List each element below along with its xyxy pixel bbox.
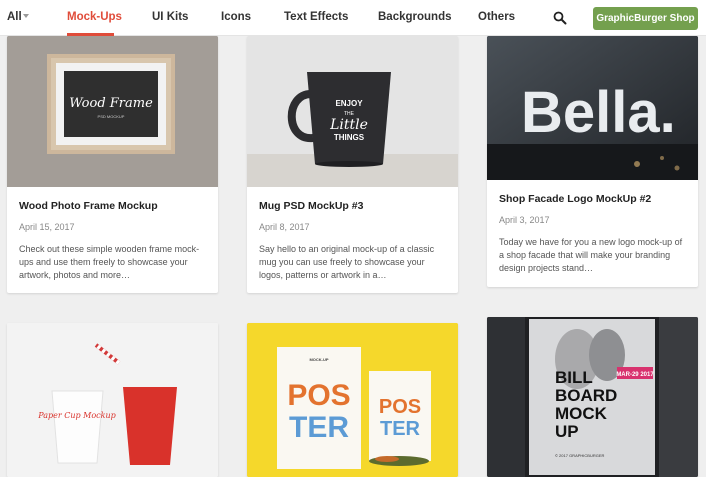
- paper-cup-image: Paper Cup Mockup: [7, 323, 218, 477]
- poster-image: MOCK-UP POS TER POS TER: [247, 323, 458, 477]
- card-thumbnail[interactable]: Wood Frame PSD MOCKUP: [7, 36, 218, 187]
- billboard-date: MAR-29 2017: [616, 372, 654, 378]
- cup-text: Paper Cup Mockup: [37, 411, 116, 420]
- card-thumbnail[interactable]: ENJOY THE Little THINGS: [247, 36, 458, 187]
- card-thumbnail[interactable]: BILL BOARD MOCK UP MAR-29 2017 © 2017 GR…: [487, 317, 698, 477]
- mug-image: ENJOY THE Little THINGS: [247, 36, 458, 187]
- card-thumbnail[interactable]: MOCK-UP POS TER POS TER: [247, 323, 458, 477]
- nav-mockups[interactable]: Mock-Ups: [67, 11, 122, 23]
- facade-logo-text: Bella.: [521, 80, 676, 145]
- shop-button[interactable]: GraphicBurger Shop: [593, 7, 698, 30]
- wood-frame-image: Wood Frame PSD MOCKUP: [7, 36, 218, 187]
- nav-text-effects[interactable]: Text Effects: [284, 11, 348, 23]
- poster-small-text-1: POS: [379, 396, 421, 418]
- card-title[interactable]: Wood Photo Frame Mockup: [19, 200, 158, 212]
- post-card[interactable]: Wood Frame PSD MOCKUP Wood Photo Frame M…: [7, 36, 218, 293]
- billboard-text-4: UP: [555, 422, 579, 441]
- mug-text-4: THINGS: [334, 133, 365, 142]
- billboard-image: BILL BOARD MOCK UP MAR-29 2017 © 2017 GR…: [487, 317, 698, 477]
- nav-backgrounds[interactable]: Backgrounds: [378, 11, 452, 23]
- poster-text-2: TER: [289, 411, 349, 444]
- search-icon[interactable]: [553, 11, 567, 25]
- post-card[interactable]: ENJOY THE Little THINGS Mug PSD MockUp #…: [247, 36, 458, 293]
- card-description: Say hello to an original mock-up of a cl…: [259, 244, 435, 280]
- chevron-down-icon[interactable]: [23, 14, 29, 18]
- card-title[interactable]: Mug PSD MockUp #3: [259, 200, 363, 212]
- nav-all[interactable]: All: [7, 11, 22, 23]
- card-date: April 3, 2017: [499, 215, 550, 225]
- poster-small-text-2: TER: [380, 418, 421, 440]
- active-tab-indicator: [67, 33, 114, 36]
- card-date: April 15, 2017: [19, 222, 75, 232]
- card-title[interactable]: Shop Facade Logo MockUp #2: [499, 193, 651, 205]
- post-card[interactable]: Bella. Shop Facade Logo MockUp #2 April …: [487, 36, 698, 287]
- post-card[interactable]: MOCK-UP POS TER POS TER: [247, 323, 458, 477]
- card-description: Today we have for you a new logo mock-up…: [499, 237, 683, 273]
- mug-text-1: ENJOY: [335, 99, 363, 108]
- shop-facade-image: Bella.: [487, 36, 698, 180]
- card-thumbnail[interactable]: Bella.: [487, 36, 698, 180]
- poster-label: MOCK-UP: [309, 357, 328, 362]
- post-card[interactable]: Paper Cup Mockup: [7, 323, 218, 477]
- card-date: April 8, 2017: [259, 222, 310, 232]
- frame-title-text: Wood Frame: [69, 96, 153, 111]
- billboard-footer: © 2017 GRAPHICBURGER: [555, 453, 605, 458]
- poster-text-1: POS: [287, 379, 350, 412]
- nav-ui-kits[interactable]: UI Kits: [152, 11, 188, 23]
- post-card[interactable]: BILL BOARD MOCK UP MAR-29 2017 © 2017 GR…: [487, 317, 698, 477]
- card-thumbnail[interactable]: Paper Cup Mockup: [7, 323, 218, 477]
- billboard-text-3: MOCK: [555, 404, 608, 423]
- nav-others[interactable]: Others: [478, 11, 515, 23]
- billboard-text-1: BILL: [555, 368, 593, 387]
- card-description: Check out these simple wooden frame mock…: [19, 244, 200, 280]
- mug-text-3: Little: [329, 117, 368, 133]
- nav-icons[interactable]: Icons: [221, 11, 251, 23]
- billboard-text-2: BOARD: [555, 386, 617, 405]
- frame-subtitle-text: PSD MOCKUP: [98, 114, 125, 119]
- top-nav: All Mock-Ups UI Kits Icons Text Effects …: [0, 0, 706, 36]
